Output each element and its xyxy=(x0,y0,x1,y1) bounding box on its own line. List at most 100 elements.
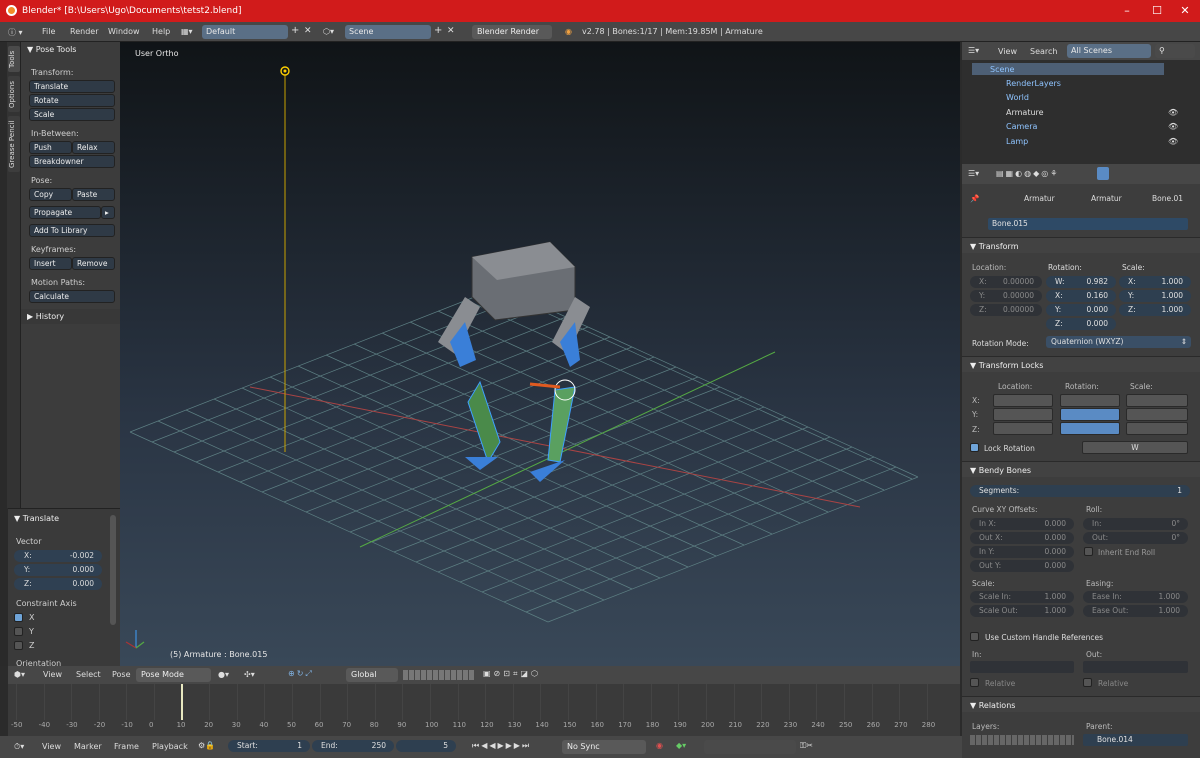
operator-scrollbar[interactable] xyxy=(110,515,116,625)
insert-key-icons[interactable]: ⚿✂ xyxy=(800,741,813,751)
menu-render[interactable]: Render xyxy=(70,27,98,36)
editor-type-icon[interactable]: ⓘ ▾ xyxy=(8,27,23,38)
manipulator-icons[interactable]: ⊕↻⤢ xyxy=(288,669,314,679)
remove-scene-icon[interactable]: ✕ xyxy=(447,26,455,36)
viewport-pose-menu[interactable]: Pose xyxy=(112,670,131,679)
keying-set-field[interactable] xyxy=(704,740,796,754)
menu-help[interactable]: Help xyxy=(152,27,170,36)
timeline-editor-icon[interactable]: ⏱▾ xyxy=(14,742,24,752)
out-x-field[interactable]: Out X: 0.000 xyxy=(970,532,1074,544)
start-frame-field[interactable]: Start: 1 xyxy=(228,740,310,752)
parent-field[interactable]: Bone.014 xyxy=(1083,734,1188,746)
lock-scale-x[interactable] xyxy=(1126,394,1188,407)
vector-z-field[interactable]: Z: 0.000 xyxy=(14,578,102,590)
calculate-button[interactable]: Calculate xyxy=(29,290,115,303)
scale-button[interactable]: Scale xyxy=(29,108,115,121)
push-button[interactable]: Push xyxy=(29,141,72,154)
in-y-field[interactable]: In Y: 0.000 xyxy=(970,546,1074,558)
vector-x-field[interactable]: X: -0.002 xyxy=(14,550,102,562)
outliner-filter-select[interactable]: All Scenes xyxy=(1067,44,1151,58)
timeline-view-menu[interactable]: View xyxy=(42,742,61,751)
relax-button[interactable]: Relax xyxy=(72,141,115,154)
render-engine-selector[interactable]: Blender Render xyxy=(472,25,552,39)
tab-grease-pencil[interactable]: Grease Pencil xyxy=(8,116,20,172)
segments-field[interactable]: Segments: 1 xyxy=(970,485,1190,497)
translate-operator-header[interactable]: ▼ Translate xyxy=(8,511,108,526)
scale-x-field[interactable]: X: 1.000 xyxy=(1119,276,1191,288)
roll-out-field[interactable]: Out: 0° xyxy=(1083,532,1188,544)
rotation-x-field[interactable]: X: 0.160 xyxy=(1046,290,1116,302)
lock-location-y[interactable] xyxy=(993,408,1053,421)
rotation-z-field[interactable]: Z: 0.000 xyxy=(1046,318,1116,330)
keying-icons[interactable]: ⚙🔒 xyxy=(198,741,215,750)
lock-location-x[interactable] xyxy=(993,394,1053,407)
handle-out-field[interactable] xyxy=(1083,661,1188,673)
handle-in-field[interactable] xyxy=(970,661,1074,673)
lamp-visibility-icon[interactable]: 👁 xyxy=(1168,137,1178,146)
pose-tools-header[interactable]: ▼ Pose Tools xyxy=(21,42,120,57)
copy-pose-button[interactable]: Copy xyxy=(29,188,72,201)
breakdowner-button[interactable]: Breakdowner xyxy=(29,155,115,168)
ease-in-field[interactable]: Ease In: 1.000 xyxy=(1083,591,1188,603)
out-y-field[interactable]: Out Y: 0.000 xyxy=(970,560,1074,572)
breadcrumb-object[interactable]: Armatur xyxy=(1024,194,1055,203)
handle-out-relative-checkbox[interactable] xyxy=(1083,678,1092,687)
outliner-item-lamp[interactable]: Lamp xyxy=(1006,137,1028,146)
maximize-button[interactable]: ☐ xyxy=(1142,4,1172,18)
lock-rotation-z[interactable] xyxy=(1060,422,1120,435)
viewport-editor-icon[interactable]: ⬢▾ xyxy=(14,670,25,679)
3d-viewport[interactable]: User Ortho (5) Armature : Bone.015 xyxy=(120,42,960,666)
handle-in-relative-checkbox[interactable] xyxy=(970,678,979,687)
location-x-field[interactable]: X: 0.00000 xyxy=(970,276,1042,288)
timeline-playback-menu[interactable]: Playback xyxy=(152,742,188,751)
close-button[interactable]: ✕ xyxy=(1170,4,1200,18)
lock-location-z[interactable] xyxy=(993,422,1053,435)
record-icon[interactable]: ◉ xyxy=(656,741,663,750)
axis-z-checkbox[interactable] xyxy=(14,641,23,650)
bendy-bones-header[interactable]: ▼ Bendy Bones xyxy=(962,461,1200,477)
scene-selector[interactable]: Scene xyxy=(345,25,431,39)
bone-layers-grid[interactable] xyxy=(970,735,1074,745)
layout-icon[interactable]: ▦▾ xyxy=(181,27,193,36)
rotation-w-field[interactable]: W: 0.982 xyxy=(1046,276,1116,288)
menu-file[interactable]: File xyxy=(42,27,55,36)
pin-icon[interactable]: 📌 xyxy=(970,194,979,203)
add-scene-icon[interactable]: + xyxy=(434,25,442,36)
relations-header[interactable]: ▼ Relations xyxy=(962,696,1200,712)
location-z-field[interactable]: Z: 0.00000 xyxy=(970,304,1042,316)
transform-orientation-select[interactable]: Global xyxy=(346,668,398,682)
lock-rotation-x[interactable] xyxy=(1060,394,1120,407)
outliner-editor-icon[interactable]: ☰▾ xyxy=(968,46,979,55)
current-frame-field[interactable]: 5 xyxy=(396,740,456,752)
pivot-icon[interactable]: ✣▾ xyxy=(244,670,255,679)
tab-tools[interactable]: Tools xyxy=(8,46,20,72)
sync-mode-select[interactable]: No Sync xyxy=(562,740,646,754)
menu-window[interactable]: Window xyxy=(108,27,140,36)
in-x-field[interactable]: In X: 0.000 xyxy=(970,518,1074,530)
tab-options[interactable]: Options xyxy=(8,76,20,112)
armature-model[interactable] xyxy=(438,241,590,482)
viewport-select-menu[interactable]: Select xyxy=(76,670,101,679)
axis-x-checkbox[interactable] xyxy=(14,613,23,622)
propagate-menu-icon[interactable]: ▸ xyxy=(101,206,115,219)
shading-icon[interactable]: ●▾ xyxy=(218,670,229,679)
outliner-item-armature[interactable]: Armature xyxy=(1006,108,1044,117)
breadcrumb-bone[interactable]: Bone.01 xyxy=(1152,194,1183,203)
bone-tab-icon[interactable] xyxy=(1097,167,1109,180)
outliner-item-world[interactable]: World xyxy=(1006,93,1029,102)
timeline[interactable]: -50 -40 -30 -20 -10 0 10 20 30 40 50 60 70 80 90 100 110… xyxy=(8,684,960,736)
timeline-frame-menu[interactable]: Frame xyxy=(114,742,139,751)
current-frame-marker[interactable] xyxy=(181,684,183,720)
add-layout-icon[interactable]: + xyxy=(291,25,299,36)
lock-rotation-y[interactable] xyxy=(1060,408,1120,421)
outliner-item-renderlayers[interactable]: RenderLayers xyxy=(1006,79,1061,88)
lock-scale-y[interactable] xyxy=(1126,408,1188,421)
paste-pose-button[interactable]: Paste xyxy=(72,188,115,201)
remove-keyframe-button[interactable]: Remove xyxy=(72,257,115,270)
minimize-button[interactable]: – xyxy=(1112,4,1142,18)
ease-out-field[interactable]: Ease Out: 1.000 xyxy=(1083,605,1188,617)
keyframe-icons[interactable]: ◆▾ xyxy=(676,741,686,750)
transform-panel-header[interactable]: ▼ Transform xyxy=(962,237,1200,253)
context-tab-icons[interactable]: ▤▦◐◍◆◎⚘ xyxy=(996,169,1059,178)
armature-visibility-icon[interactable]: 👁 xyxy=(1168,108,1178,117)
